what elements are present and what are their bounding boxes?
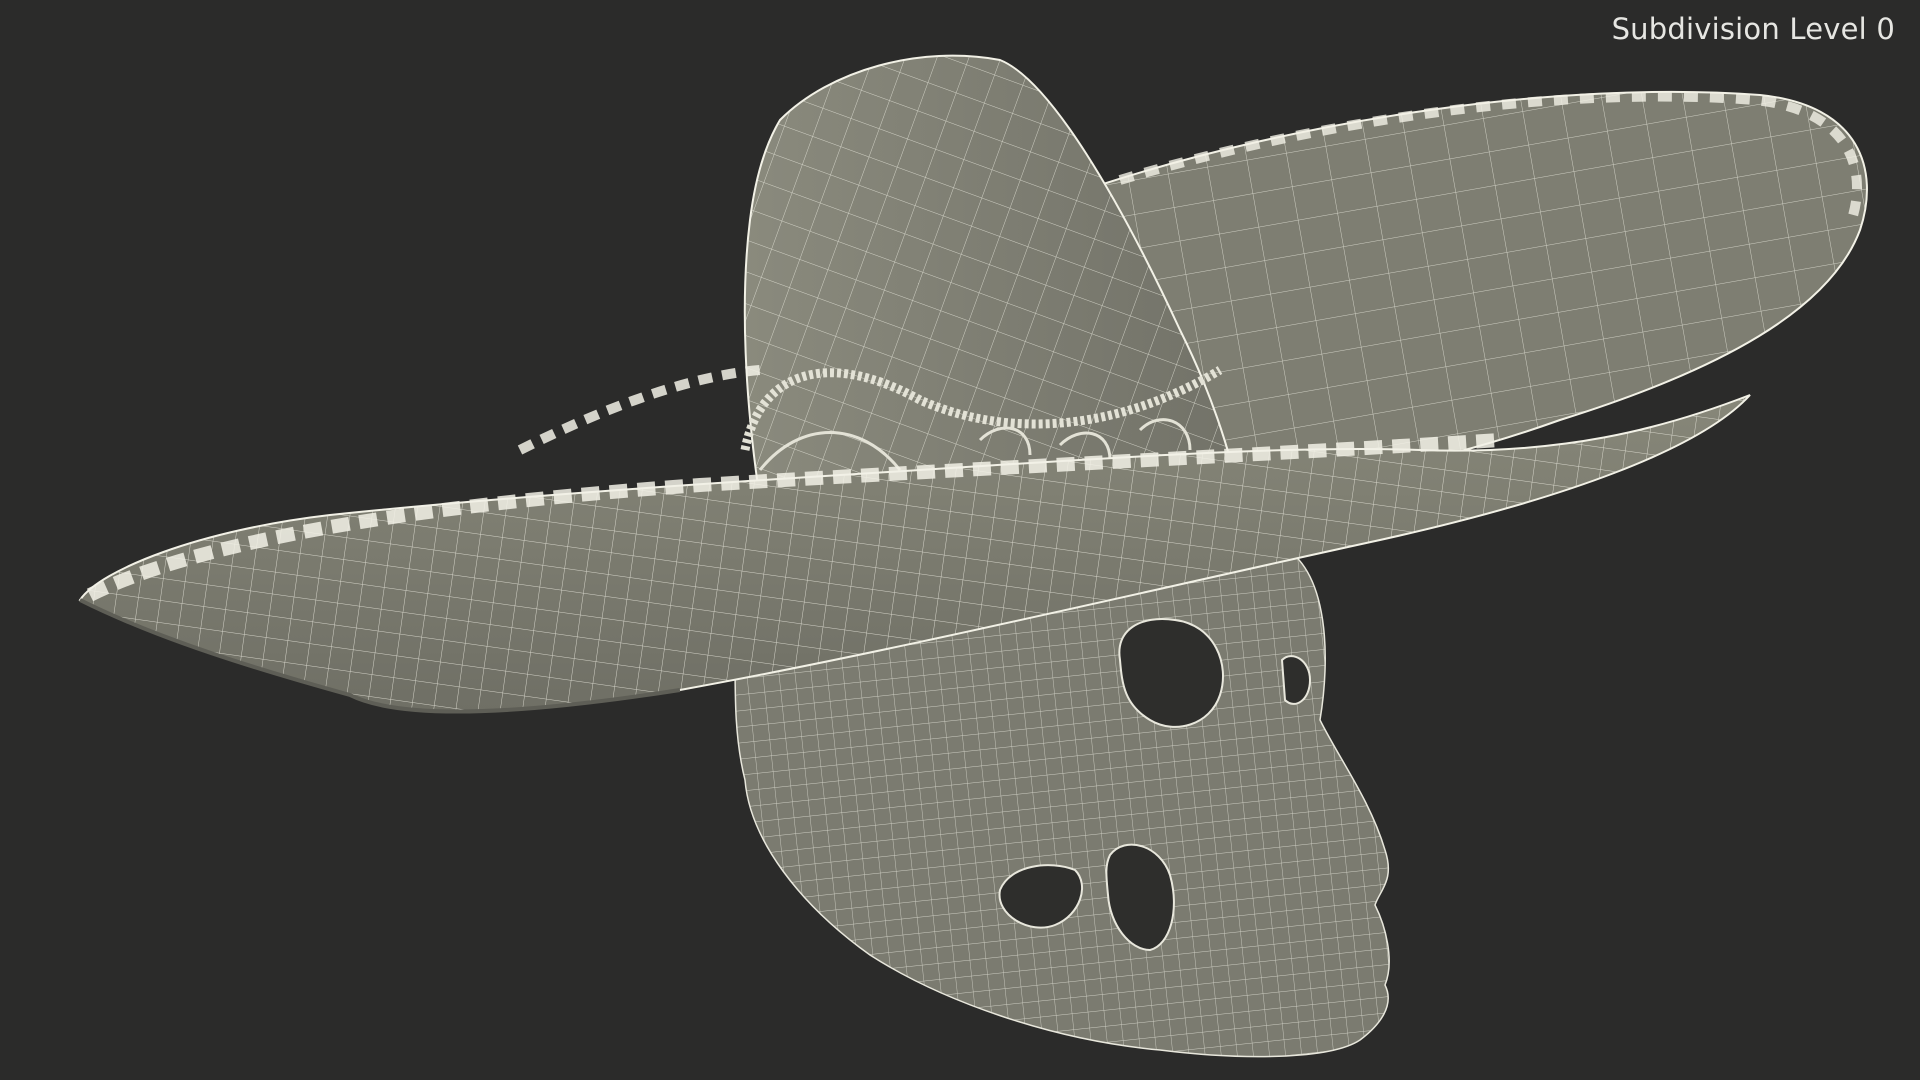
render-viewport: Subdivision Level 0 — [0, 0, 1920, 1080]
subdivision-level-label: Subdivision Level 0 — [1611, 12, 1895, 46]
wireframe-render — [78, 54, 1868, 1058]
